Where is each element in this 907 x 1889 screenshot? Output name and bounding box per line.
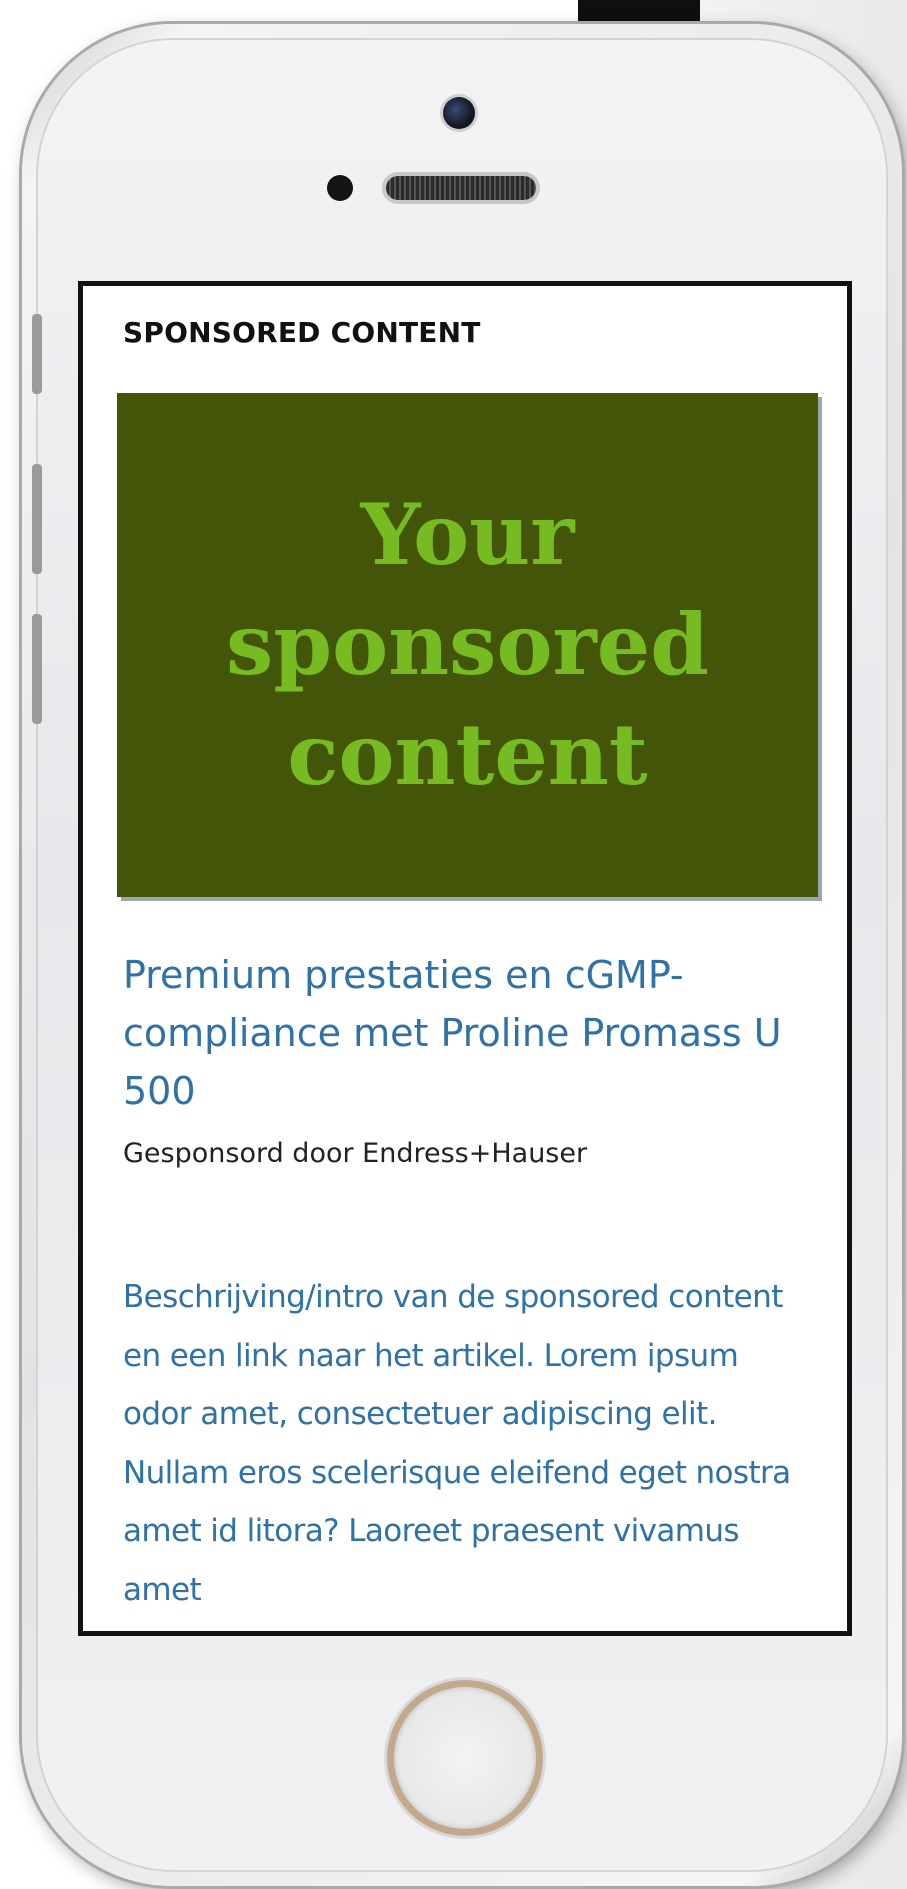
section-label: SPONSORED CONTENT — [123, 316, 481, 349]
phone-screen: SPONSORED CONTENT Your sponsored content… — [78, 281, 852, 1636]
volume-up-button — [32, 464, 42, 574]
proximity-sensor-icon — [327, 175, 353, 201]
article-description-link[interactable]: Beschrijving/intro van de sponsored cont… — [123, 1268, 813, 1619]
front-camera-icon — [443, 97, 475, 129]
sponsor-line: Gesponsord door Endress+Hauser — [123, 1138, 588, 1169]
home-button[interactable] — [387, 1680, 543, 1836]
article-headline-link[interactable]: Premium prestaties en cGMP-compliance me… — [123, 946, 803, 1120]
earpiece-speaker-icon — [386, 176, 536, 200]
mute-switch — [32, 314, 42, 394]
sponsored-hero-banner[interactable]: Your sponsored content — [117, 393, 818, 897]
volume-down-button — [32, 614, 42, 724]
hero-text: Your sponsored content — [226, 485, 709, 804]
